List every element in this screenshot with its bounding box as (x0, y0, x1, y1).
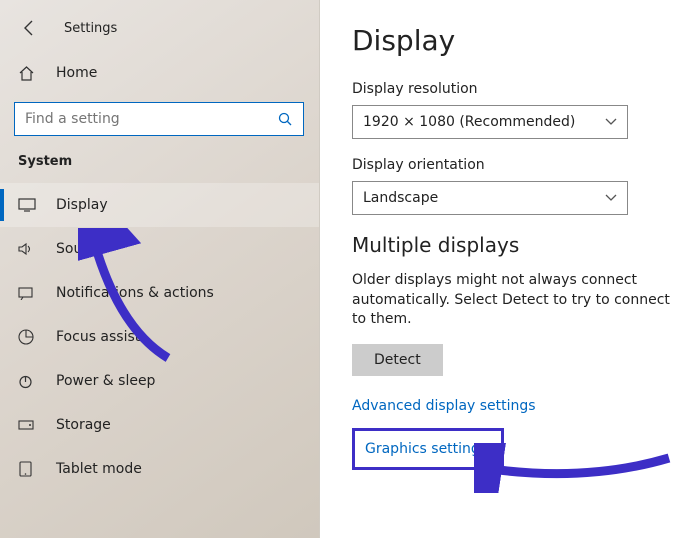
resolution-label: Display resolution (352, 81, 675, 97)
sidebar-item-label: Tablet mode (56, 461, 142, 477)
multiple-displays-text: Older displays might not always connect … (352, 271, 675, 330)
search-input[interactable] (25, 111, 278, 127)
tablet-icon (18, 461, 40, 477)
focus-assist-icon (18, 329, 40, 345)
orientation-select[interactable]: Landscape (352, 181, 628, 215)
sidebar-item-label: Notifications & actions (56, 285, 214, 301)
search-input-wrapper[interactable] (14, 102, 304, 136)
resolution-select[interactable]: 1920 × 1080 (Recommended) (352, 105, 628, 139)
sidebar-item-storage[interactable]: Storage (0, 403, 319, 447)
back-button[interactable] (18, 16, 42, 40)
resolution-value: 1920 × 1080 (Recommended) (363, 114, 575, 130)
sidebar-item-label: Sound (56, 241, 100, 257)
nav-home[interactable]: Home (0, 54, 319, 92)
chevron-down-icon (605, 194, 617, 202)
home-icon (18, 65, 40, 82)
orientation-label: Display orientation (352, 157, 675, 173)
sidebar-item-label: Display (56, 197, 108, 213)
section-title: System (0, 146, 319, 183)
power-icon (18, 374, 40, 389)
notifications-icon (18, 286, 40, 300)
sidebar-item-focus-assist[interactable]: Focus assist (0, 315, 319, 359)
display-icon (18, 198, 40, 212)
graphics-settings-link[interactable]: Graphics settings (352, 428, 504, 470)
sidebar-item-power-sleep[interactable]: Power & sleep (0, 359, 319, 403)
sidebar-item-tablet-mode[interactable]: Tablet mode (0, 447, 319, 491)
sidebar-item-label: Focus assist (56, 329, 140, 345)
arrow-left-icon (21, 19, 39, 37)
search-icon (278, 112, 293, 127)
sound-icon (18, 242, 40, 256)
detect-button[interactable]: Detect (352, 344, 443, 376)
chevron-down-icon (605, 118, 617, 126)
advanced-display-settings-link[interactable]: Advanced display settings (352, 398, 675, 414)
sidebar-item-display[interactable]: Display (0, 183, 319, 227)
sidebar-item-notifications[interactable]: Notifications & actions (0, 271, 319, 315)
sidebar-item-sound[interactable]: Sound (0, 227, 319, 271)
nav-home-label: Home (56, 65, 97, 81)
sidebar-item-label: Storage (56, 417, 111, 433)
orientation-value: Landscape (363, 190, 438, 206)
storage-icon (18, 419, 40, 431)
multiple-displays-heading: Multiple displays (352, 233, 675, 257)
app-title: Settings (64, 21, 117, 36)
sidebar-item-label: Power & sleep (56, 373, 155, 389)
page-title: Display (352, 24, 675, 57)
